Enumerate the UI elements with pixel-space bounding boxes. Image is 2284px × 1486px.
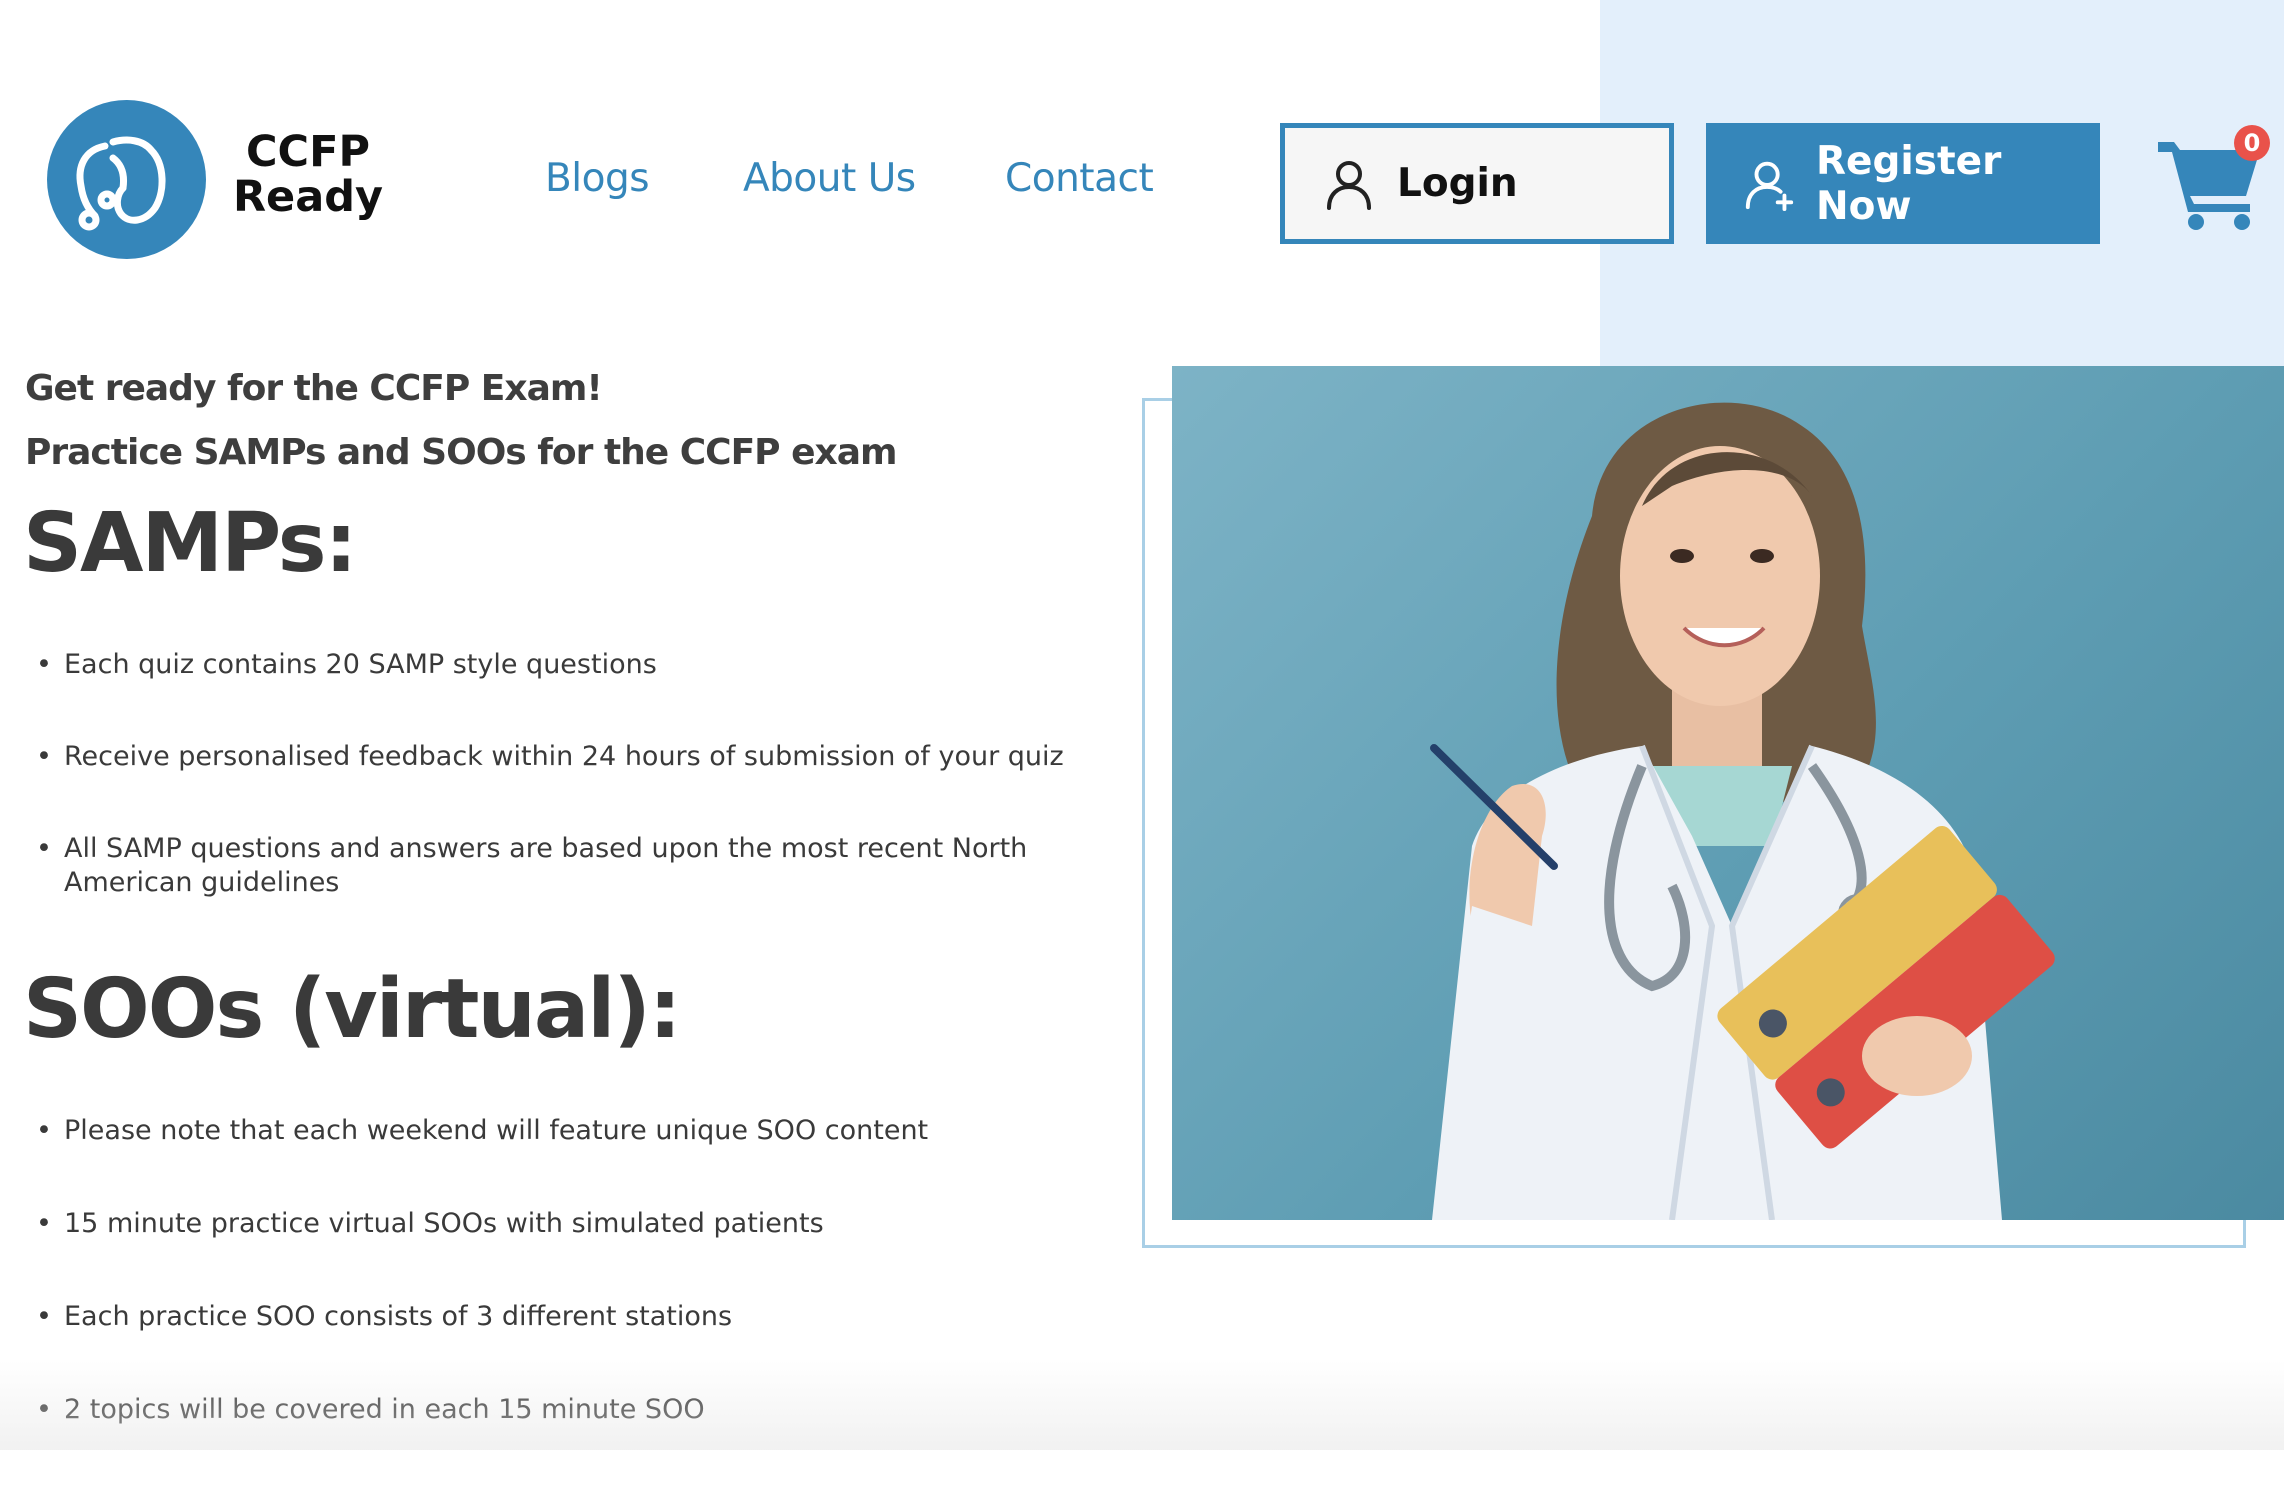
list-item: Each practice SOO consists of 3 differen… xyxy=(36,1300,1076,1334)
cart-count-badge: 0 xyxy=(2234,125,2270,161)
login-label: Login xyxy=(1397,161,1518,206)
brand-line-2: Ready xyxy=(232,172,384,222)
list-item: Receive personalised feedback within 24 … xyxy=(36,740,1076,774)
logo[interactable] xyxy=(47,100,206,259)
user-icon xyxy=(1327,160,1371,210)
brand-line-1: CCFP xyxy=(245,127,370,177)
soos-heading: SOOs (virtual): xyxy=(23,962,682,1057)
samps-list: Each quiz contains 20 SAMP style questio… xyxy=(36,648,1076,900)
list-item: 2 topics will be covered in each 15 minu… xyxy=(36,1393,1076,1427)
add-user-icon xyxy=(1745,161,1794,211)
login-button[interactable]: Login xyxy=(1280,123,1674,244)
nav-about-us-link[interactable]: About Us xyxy=(743,156,916,201)
nav-contact-link[interactable]: Contact xyxy=(1005,156,1154,201)
hero-subtitle: Practice SAMPs and SOOs for the CCFP exa… xyxy=(25,432,898,473)
list-item: Please note that each weekend will featu… xyxy=(36,1114,1076,1148)
list-item: 15 minute practice virtual SOOs with sim… xyxy=(36,1207,1076,1241)
register-label: Register Now xyxy=(1816,138,2002,229)
soos-list: Please note that each weekend will featu… xyxy=(36,1114,1076,1486)
brand-name[interactable]: CCFP Ready xyxy=(228,130,388,220)
list-item: Each quiz contains 20 SAMP style questio… xyxy=(36,648,1076,682)
nav-blogs-link[interactable]: Blogs xyxy=(545,156,650,201)
hero-image xyxy=(1172,366,2284,1220)
stethoscope-icon xyxy=(76,136,166,231)
register-now-button[interactable]: Register Now xyxy=(1706,123,2100,244)
samps-heading: SAMPs: xyxy=(23,496,357,591)
list-item: All SAMP questions and answers are based… xyxy=(36,832,1076,900)
hero-tagline: Get ready for the CCFP Exam! xyxy=(25,368,603,409)
doctor-illustration xyxy=(1430,402,2055,1220)
